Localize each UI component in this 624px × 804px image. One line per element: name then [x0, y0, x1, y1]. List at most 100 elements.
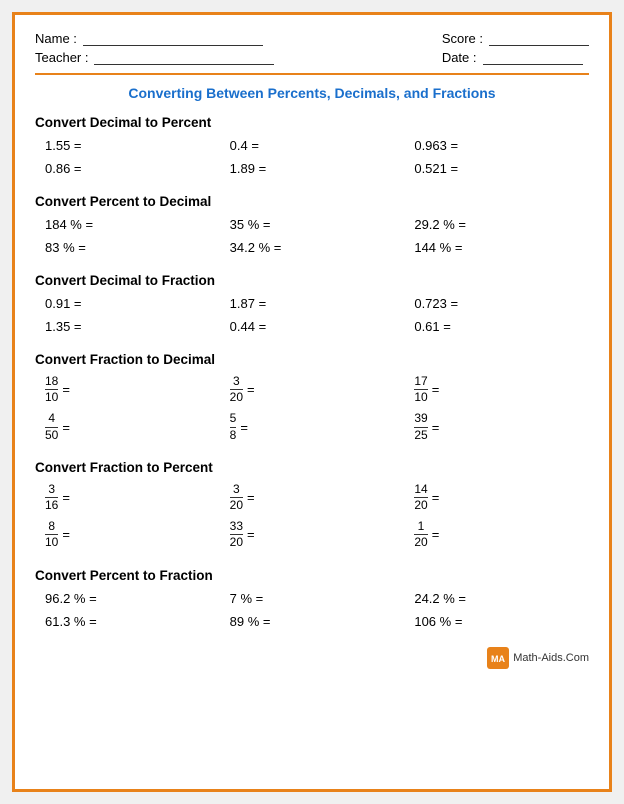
numerator: 1	[414, 520, 427, 535]
problems-row: 184 % =35 % =29.2 % =	[35, 215, 589, 234]
name-row: Name :	[35, 31, 274, 46]
fraction-problem: 1420 =	[404, 481, 589, 514]
fraction: 3925	[414, 412, 427, 441]
header: Name : Teacher : Score : Date :	[35, 31, 589, 65]
denominator: 20	[414, 535, 427, 549]
section-decimal-to-percent: Convert Decimal to Percent1.55 =0.4 =0.9…	[35, 115, 589, 178]
problems-row: 1810 =320 =1710 =	[35, 373, 589, 406]
problem: 0.521 =	[404, 159, 589, 178]
numerator: 33	[230, 520, 243, 535]
sections-container: Convert Decimal to Percent1.55 =0.4 =0.9…	[35, 115, 589, 631]
problems-row: 0.86 =1.89 =0.521 =	[35, 159, 589, 178]
problem: 0.4 =	[220, 136, 405, 155]
problems-row: 810 =3320 =120 =	[35, 518, 589, 551]
fraction-problem: 316 =	[35, 481, 220, 514]
teacher-line	[94, 51, 274, 65]
date-label: Date :	[442, 50, 477, 65]
numerator: 3	[230, 483, 243, 498]
problem: 184 % =	[35, 215, 220, 234]
denominator: 10	[414, 390, 427, 404]
problem: 34.2 % =	[220, 238, 405, 257]
fraction: 1710	[414, 375, 427, 404]
fraction: 1420	[414, 483, 427, 512]
equals-sign: =	[247, 490, 255, 505]
equals-sign: =	[432, 382, 440, 397]
footer: MA Math-Aids.Com	[35, 647, 589, 669]
equals-sign: =	[432, 420, 440, 435]
fraction: 58	[230, 412, 237, 441]
fraction-problem: 120 =	[404, 518, 589, 551]
section-percent-to-decimal: Convert Percent to Decimal184 % =35 % =2…	[35, 194, 589, 257]
footer-logo: MA Math-Aids.Com	[487, 647, 589, 669]
numerator: 14	[414, 483, 427, 498]
fraction: 316	[45, 483, 58, 512]
section-title-percent-to-fraction: Convert Percent to Fraction	[35, 568, 589, 583]
problem: 106 % =	[404, 612, 589, 631]
denominator: 20	[230, 498, 243, 512]
section-fraction-to-decimal: Convert Fraction to Decimal1810 =320 =17…	[35, 352, 589, 444]
fraction: 450	[45, 412, 58, 441]
denominator: 16	[45, 498, 58, 512]
problem: 83 % =	[35, 238, 220, 257]
header-right: Score : Date :	[442, 31, 589, 65]
name-line	[83, 32, 263, 46]
problem: 96.2 % =	[35, 589, 220, 608]
fraction: 320	[230, 375, 243, 404]
problem: 1.55 =	[35, 136, 220, 155]
equals-sign: =	[62, 382, 70, 397]
problem: 89 % =	[220, 612, 405, 631]
fraction-problem: 58 =	[220, 410, 405, 443]
fraction-problem: 320 =	[220, 373, 405, 406]
fraction: 3320	[230, 520, 243, 549]
problem: 0.723 =	[404, 294, 589, 313]
problem: 0.44 =	[220, 317, 405, 336]
fraction: 810	[45, 520, 58, 549]
problem: 1.35 =	[35, 317, 220, 336]
problems-row: 83 % =34.2 % =144 % =	[35, 238, 589, 257]
numerator: 17	[414, 375, 427, 390]
problems-row: 450 =58 =3925 =	[35, 410, 589, 443]
problem: 144 % =	[404, 238, 589, 257]
fraction-problem: 1710 =	[404, 373, 589, 406]
denominator: 20	[230, 390, 243, 404]
equals-sign: =	[62, 527, 70, 542]
teacher-label: Teacher :	[35, 50, 88, 65]
problem: 1.87 =	[220, 294, 405, 313]
denominator: 20	[414, 498, 427, 512]
fraction: 120	[414, 520, 427, 549]
fraction-problem: 3925 =	[404, 410, 589, 443]
fraction-problem: 810 =	[35, 518, 220, 551]
date-line	[483, 51, 583, 65]
problems-row: 316 =320 =1420 =	[35, 481, 589, 514]
date-row: Date :	[442, 50, 589, 65]
equals-sign: =	[62, 420, 70, 435]
problem: 1.89 =	[220, 159, 405, 178]
section-decimal-to-fraction: Convert Decimal to Fraction0.91 =1.87 =0…	[35, 273, 589, 336]
numerator: 8	[45, 520, 58, 535]
denominator: 10	[45, 390, 58, 404]
problem: 0.963 =	[404, 136, 589, 155]
fraction: 1810	[45, 375, 58, 404]
denominator: 50	[45, 428, 58, 442]
problem: 0.61 =	[404, 317, 589, 336]
equals-sign: =	[247, 382, 255, 397]
section-percent-to-fraction: Convert Percent to Fraction 96.2 % =7 % =…	[35, 568, 589, 631]
equals-sign: =	[432, 527, 440, 542]
equals-sign: =	[247, 527, 255, 542]
problem: 29.2 % =	[404, 215, 589, 234]
problems-row: 96.2 % =7 % =24.2 % =	[35, 589, 589, 608]
denominator: 25	[414, 428, 427, 442]
math-aids-icon: MA	[487, 647, 509, 669]
worksheet: Name : Teacher : Score : Date : Converti…	[12, 12, 612, 792]
problems-row: 1.35 =0.44 =0.61 =	[35, 317, 589, 336]
fraction-problem: 1810 =	[35, 373, 220, 406]
section-fraction-to-percent: Convert Fraction to Percent316 =320 =142…	[35, 460, 589, 552]
section-title-decimal-to-fraction: Convert Decimal to Fraction	[35, 273, 589, 288]
header-divider	[35, 73, 589, 75]
score-label: Score :	[442, 31, 483, 46]
problems-row: 61.3 % =89 % =106 % =	[35, 612, 589, 631]
problem: 7 % =	[220, 589, 405, 608]
numerator: 5	[230, 412, 237, 427]
score-row: Score :	[442, 31, 589, 46]
problem: 0.86 =	[35, 159, 220, 178]
